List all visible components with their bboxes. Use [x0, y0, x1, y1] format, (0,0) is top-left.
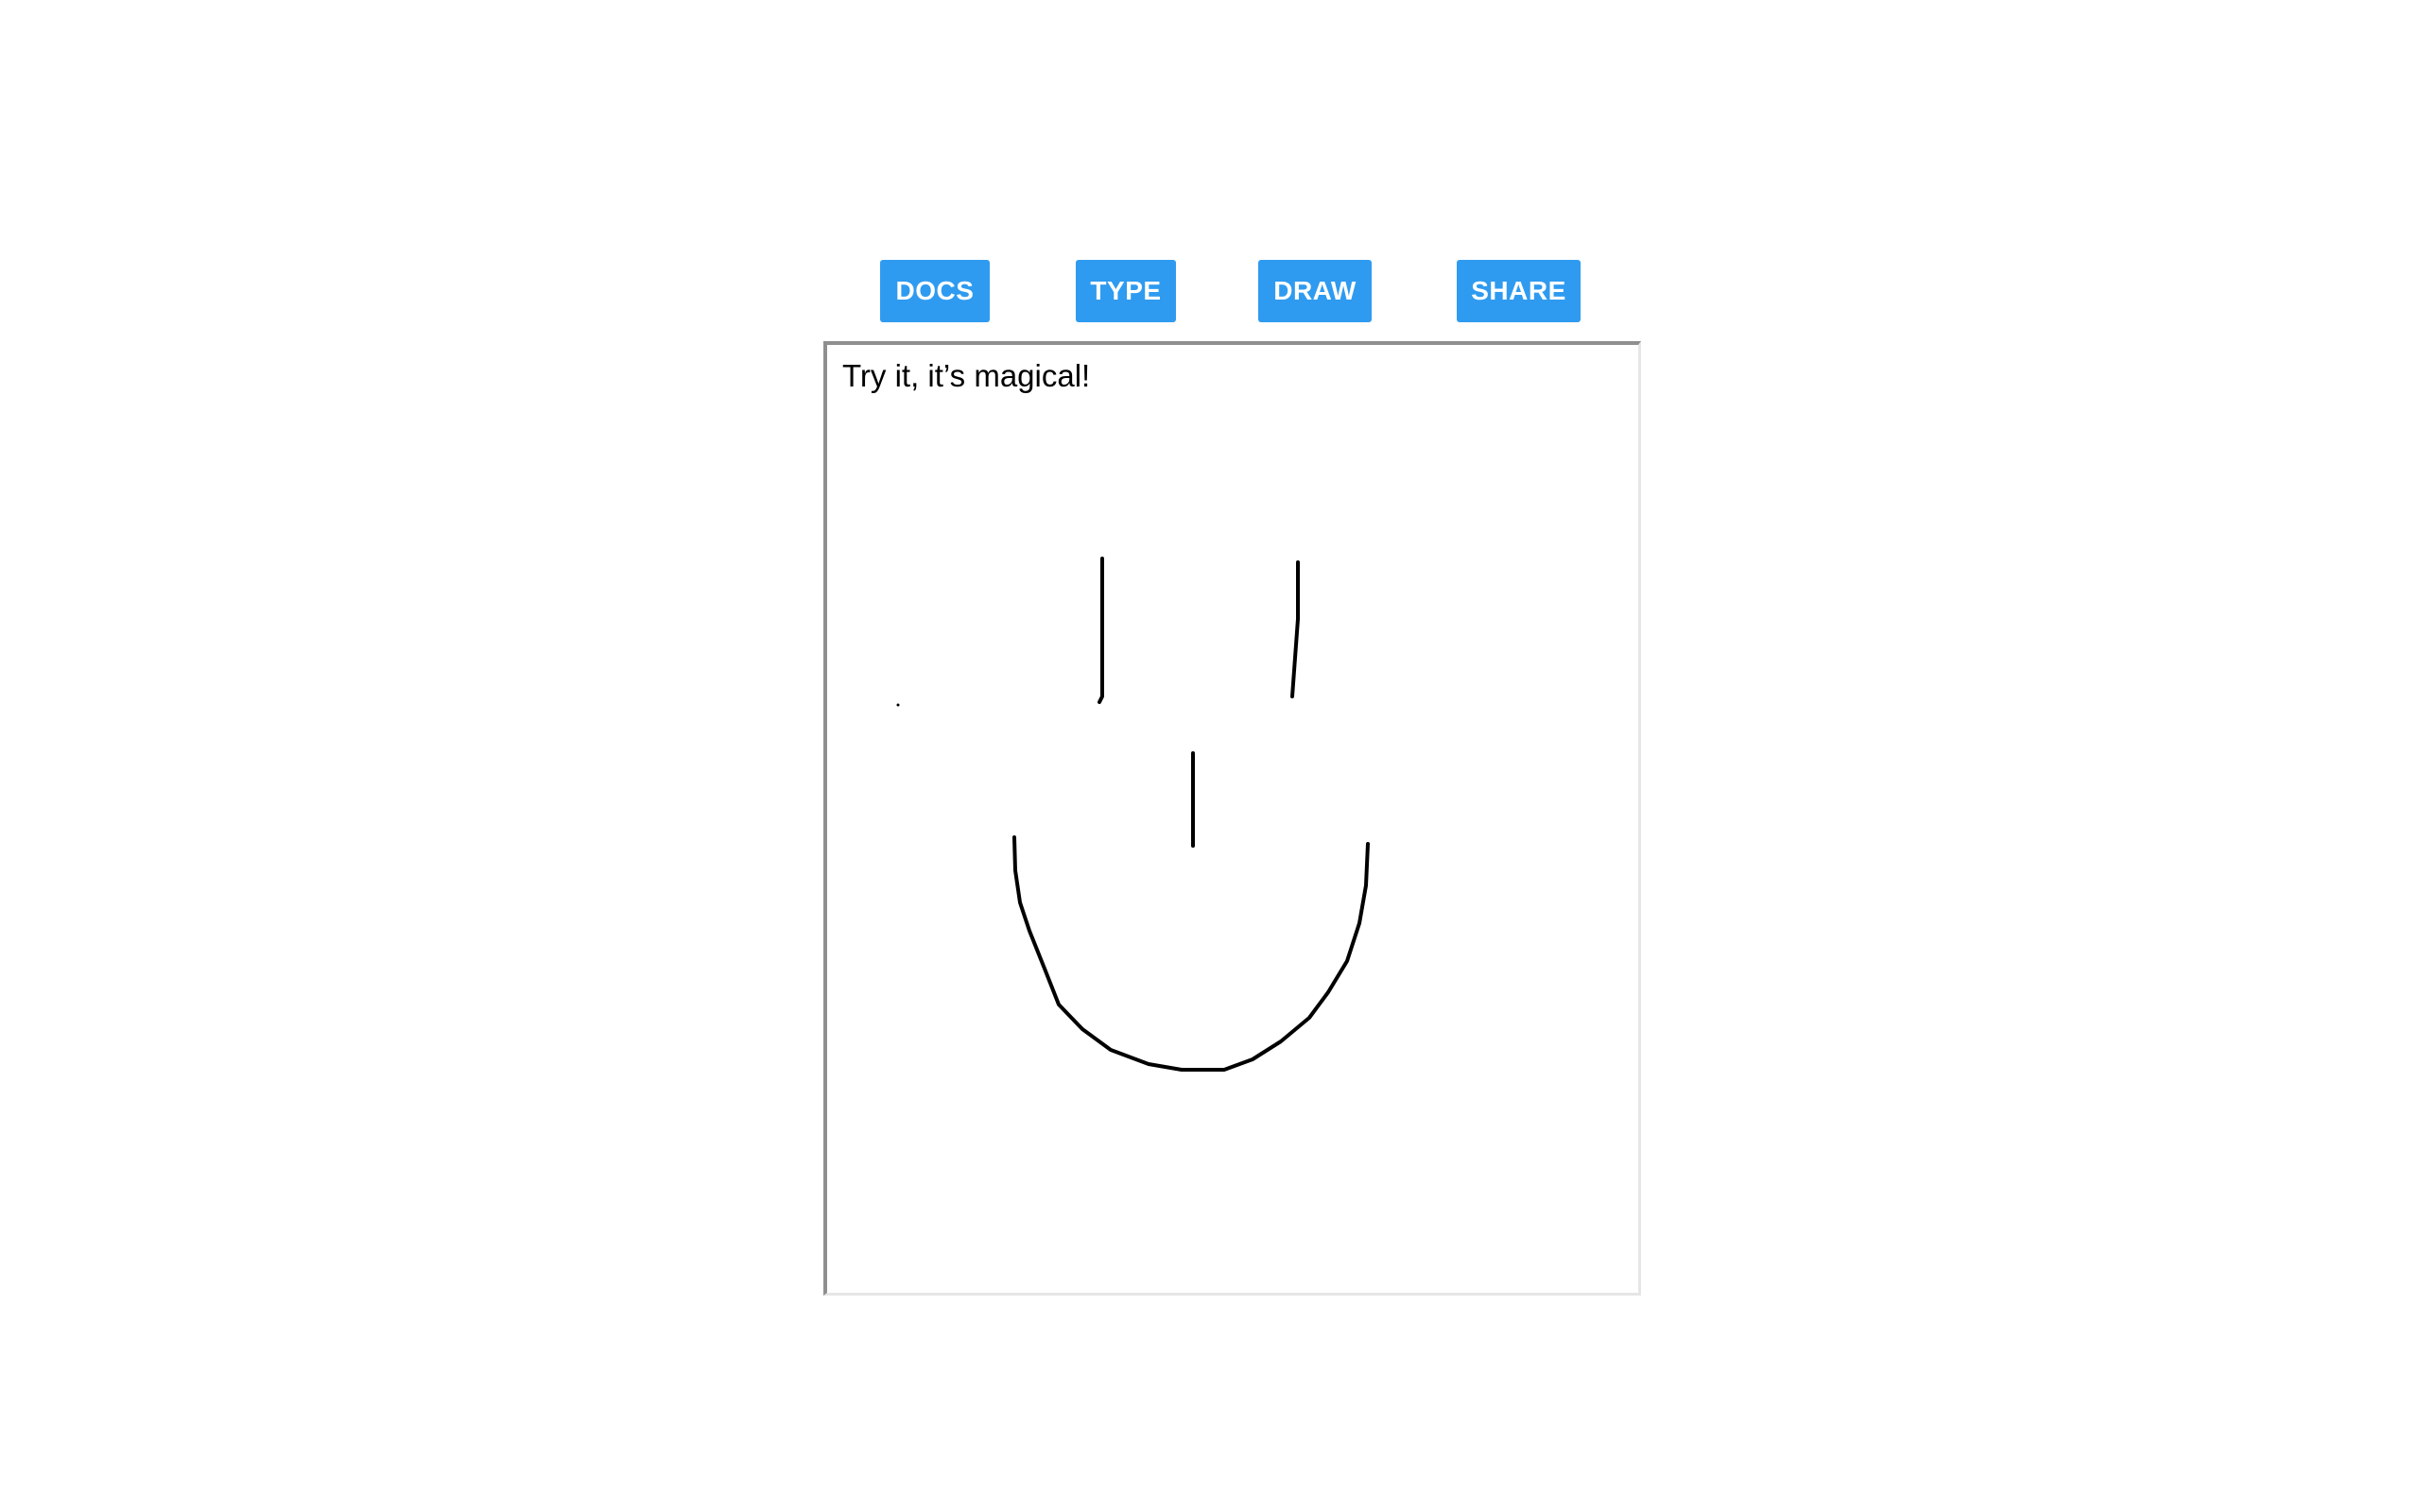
drawing-layer[interactable] [827, 345, 1638, 1293]
draw-button[interactable]: DRAW [1258, 260, 1372, 322]
editor-canvas[interactable]: Try it, it’s magical! [823, 341, 1641, 1296]
share-button[interactable]: SHARE [1457, 260, 1581, 322]
stroke-mouth [1012, 835, 1370, 1072]
page: DOCS TYPE DRAW SHARE Try it, it’s magica… [0, 0, 2420, 1512]
type-button[interactable]: TYPE [1076, 260, 1176, 322]
stroke-dot [896, 703, 900, 707]
toolbar: DOCS TYPE DRAW SHARE [0, 0, 2420, 340]
stroke-left-eye [1098, 557, 1104, 704]
stroke-right-eye [1290, 560, 1300, 698]
docs-button[interactable]: DOCS [880, 260, 990, 322]
